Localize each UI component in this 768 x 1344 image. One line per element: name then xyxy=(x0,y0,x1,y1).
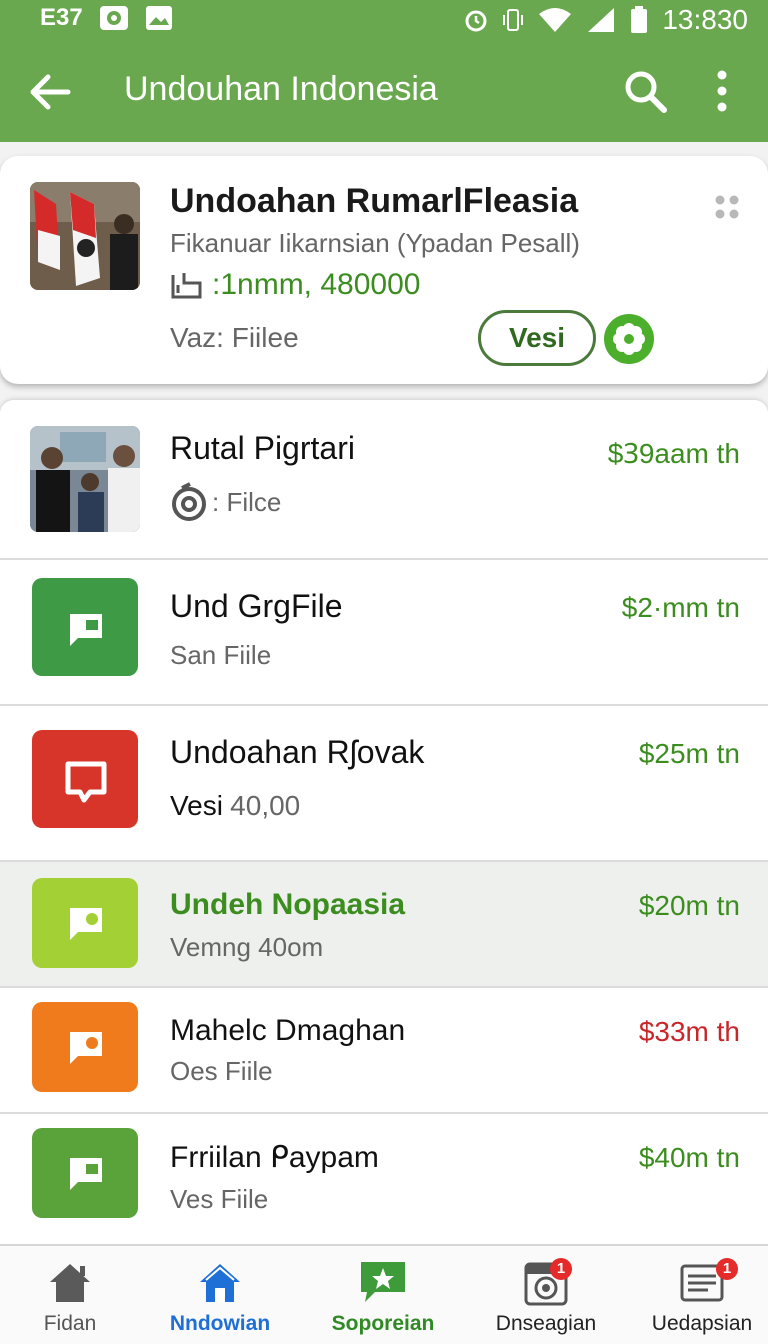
nav-label: Dnseagian xyxy=(495,1312,597,1335)
vibrate-icon xyxy=(503,9,524,31)
item-subtitle: Ves Fiile xyxy=(170,1184,269,1214)
item-title: Rutal Pigrtari xyxy=(170,430,355,466)
search-button[interactable] xyxy=(622,68,668,114)
nav-item-soporeian[interactable]: Soporeian xyxy=(308,1246,458,1344)
item-subtitle-line: : Filce xyxy=(170,482,281,522)
item-subtitle: San Fiile xyxy=(170,640,272,670)
item-title: Frriilan ᑭaypam xyxy=(170,1141,379,1174)
bottom-navigation: Fidan Nndowian Soporeian 1 Dnseagian 1 U… xyxy=(0,1244,768,1344)
nav-item-dnseagian[interactable]: 1 Dnseagian xyxy=(476,1246,616,1344)
featured-meta: Vaz: Fiilee xyxy=(170,322,299,353)
item-app-icon xyxy=(32,1128,138,1218)
nav-label: Soporeian xyxy=(331,1312,435,1335)
download-stat-icon xyxy=(171,273,202,299)
more-vert-icon xyxy=(717,70,727,112)
list-item[interactable]: Mahelc Dmaghan Oes Fiile $33m th xyxy=(0,988,768,1114)
item-price: $20m tn xyxy=(638,890,740,921)
list-item[interactable]: Und GrgFile San Fiile $2·mm tn xyxy=(0,560,768,706)
featured-stat-text: :1nmm, 480000 xyxy=(212,268,421,301)
search-icon xyxy=(625,71,667,113)
list-item-selected[interactable]: Undeh Nopaasia Vemng 40om $20m tn xyxy=(0,862,768,988)
settings-button[interactable] xyxy=(604,314,654,364)
message-icon xyxy=(65,761,107,803)
list-item[interactable]: Rutal Pigrtari : Filce $Ꝫ9aam th xyxy=(0,400,768,560)
more-options-button[interactable] xyxy=(700,66,744,116)
item-title: Undeh Nopaasia xyxy=(170,888,406,921)
list-item[interactable]: Frriilan ᑭaypam Ves Fiile $40m tn xyxy=(0,1114,768,1244)
nav-item-fidan[interactable]: Fidan xyxy=(0,1246,140,1344)
wifi-icon xyxy=(539,8,572,32)
item-title: Und GrgFile xyxy=(170,588,343,624)
item-subtitle: Vemng 40om xyxy=(170,932,324,962)
image-notification-icon xyxy=(145,6,172,30)
app-notification-icon xyxy=(99,6,128,30)
featured-stat: :1nmm, 480000 xyxy=(170,268,420,302)
item-price: $40m tn xyxy=(638,1142,740,1173)
app-title: Undouhan Indonesia xyxy=(124,70,438,108)
item-price: $2·mm tn xyxy=(621,592,740,623)
star-message-icon xyxy=(361,1262,405,1302)
item-title: Mahelc Dmaghan xyxy=(170,1014,406,1047)
item-price: $25m tn xyxy=(638,738,740,769)
item-subtitle-strong: Vesi xyxy=(170,790,223,821)
app-root: E37 13:830 Undouhan Indonesia Undoahan R… xyxy=(0,0,768,1344)
notification-badge: 1 xyxy=(716,1258,738,1280)
status-time: 13:830 xyxy=(662,4,748,35)
status-left-text: E37 xyxy=(40,4,83,31)
item-app-icon xyxy=(32,578,138,676)
signal-icon xyxy=(588,8,615,32)
nav-item-nndowian[interactable]: Nndowian xyxy=(150,1246,290,1344)
message-icon xyxy=(70,908,102,940)
status-bar: E37 13:830 xyxy=(0,0,768,36)
nav-label: Fidan xyxy=(43,1312,97,1335)
message-icon xyxy=(70,614,102,646)
item-app-icon xyxy=(32,878,138,968)
drag-handle-icon[interactable] xyxy=(712,192,742,222)
arrow-left-icon xyxy=(30,74,71,110)
nav-label: Nndowian xyxy=(169,1312,271,1335)
download-list: Rutal Pigrtari : Filce $Ꝫ9aam th Und Grg… xyxy=(0,400,768,1244)
item-price: $33m th xyxy=(638,1016,740,1047)
item-title: Undoahan Rʃovak xyxy=(170,734,425,770)
notification-badge: 1 xyxy=(550,1258,572,1280)
item-photo xyxy=(30,426,140,532)
gear-icon xyxy=(613,323,645,355)
featured-thumbnail xyxy=(30,182,140,290)
featured-title: Undoahan RumarlFleasia xyxy=(170,182,579,220)
version-pill-button[interactable]: Vesi xyxy=(478,310,596,366)
battery-icon xyxy=(631,6,648,33)
featured-subtitle: Fikanuar Iikarnsian (Ypadan Pesall) xyxy=(170,228,580,258)
home-icon xyxy=(200,1264,240,1302)
item-app-icon xyxy=(32,730,138,828)
list-item[interactable]: Undoahan Rʃovak Vesi 40,00 $25m tn xyxy=(0,706,768,862)
clock-swirl-icon xyxy=(172,482,206,521)
nav-label: Uedapsian xyxy=(651,1312,753,1335)
item-app-icon xyxy=(32,1002,138,1092)
item-subtitle: : Filce xyxy=(212,486,282,517)
featured-card[interactable]: Undoahan RumarlFleasia Fikanuar Iikarnsi… xyxy=(0,156,768,384)
item-price: $Ꝫ9aam th xyxy=(607,438,740,469)
item-subtitle-line: Vesi 40,00 xyxy=(170,790,300,822)
nav-item-uedapsian[interactable]: 1 Uedapsian xyxy=(636,1246,768,1344)
item-subtitle: Oes Fiile xyxy=(170,1056,273,1086)
item-subtitle: 40,00 xyxy=(230,790,301,821)
home-icon xyxy=(50,1264,90,1302)
app-bar: Undouhan Indonesia xyxy=(0,60,768,124)
back-button[interactable] xyxy=(28,70,72,114)
message-icon xyxy=(70,1032,102,1064)
message-icon xyxy=(70,1158,102,1190)
alarm-icon xyxy=(465,10,487,32)
top-bar: E37 13:830 Undouhan Indonesia xyxy=(0,0,768,142)
